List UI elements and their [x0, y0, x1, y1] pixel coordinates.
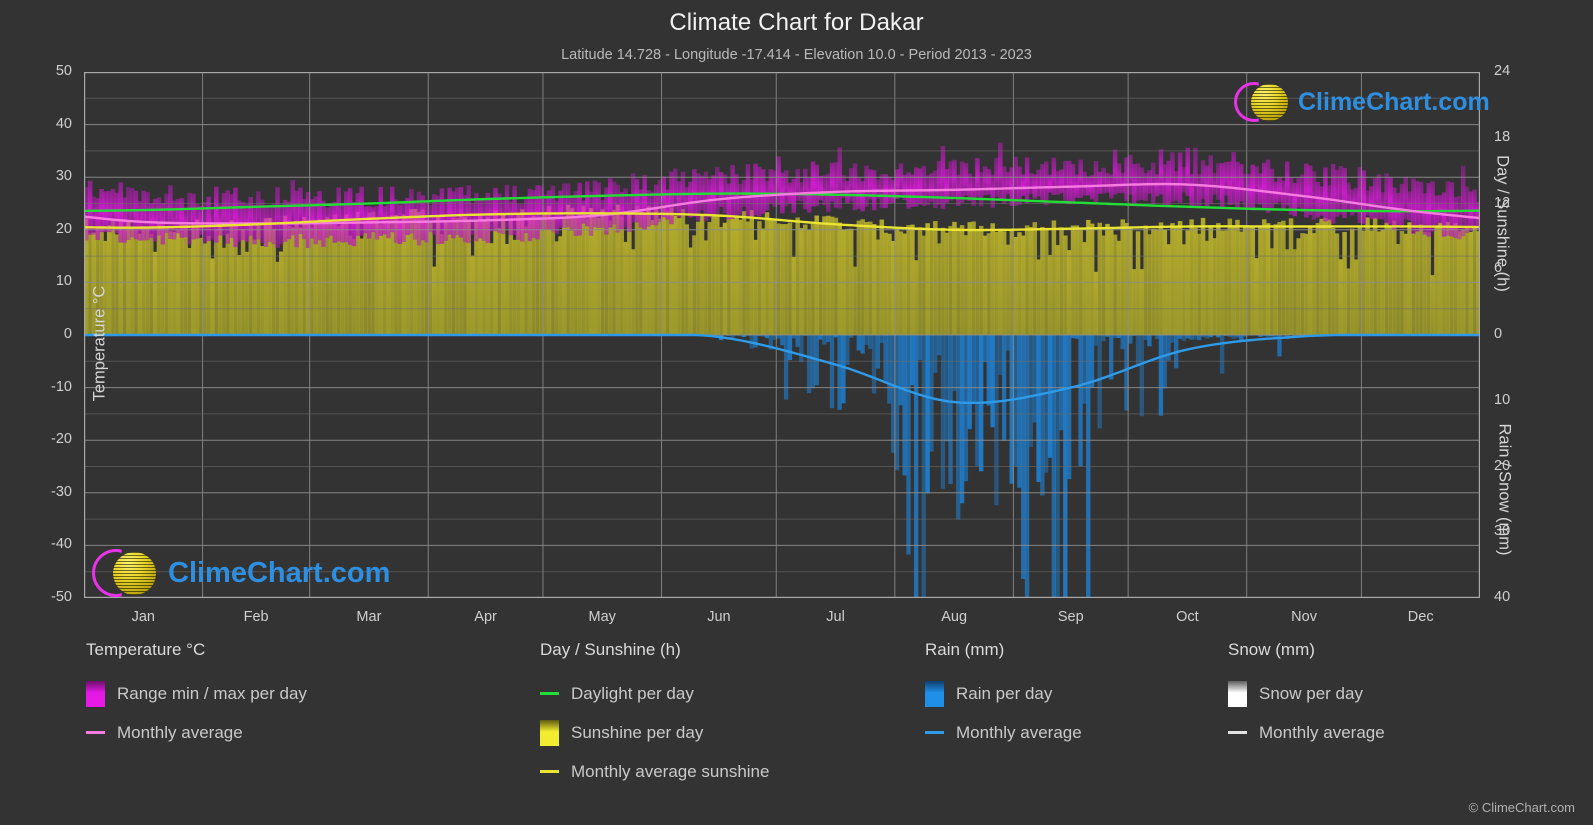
y-tick-sunshine: 18	[1494, 129, 1548, 145]
y-tick-rain: 40	[1494, 589, 1548, 605]
legend-swatch-icon	[925, 681, 944, 707]
y-tick-rain: 20	[1494, 458, 1548, 474]
y-tick-temperature: 0	[18, 326, 72, 342]
legend-swatch-icon	[1228, 681, 1247, 707]
y-tick-temperature: 50	[18, 63, 72, 79]
climechart-logo-text: ClimeChart.com	[1298, 88, 1490, 117]
x-tick-month: Aug	[909, 609, 999, 625]
legend-label: Monthly average	[956, 723, 1082, 743]
legend-line-icon	[540, 770, 559, 773]
legend-item[interactable]: Daylight per day	[540, 674, 769, 713]
legend-label: Snow per day	[1259, 684, 1363, 704]
climechart-logo-mark	[92, 547, 154, 599]
y-tick-rain: 30	[1494, 523, 1548, 539]
y-tick-temperature: -40	[18, 536, 72, 552]
legend-label: Sunshine per day	[571, 723, 703, 743]
y-tick-temperature: 40	[18, 116, 72, 132]
legend-item[interactable]: Sunshine per day	[540, 713, 769, 752]
x-tick-month: Nov	[1259, 609, 1349, 625]
legend-item[interactable]: Monthly average	[925, 713, 1082, 752]
climechart-logo-bottom: ClimeChart.com	[92, 547, 390, 599]
legend-swatch-icon	[86, 681, 105, 707]
x-tick-month: Feb	[211, 609, 301, 625]
legend-heading: Rain (mm)	[925, 640, 1082, 660]
chart-legend: Temperature °C Range min / max per day Mon…	[0, 640, 1593, 825]
legend-label: Monthly average	[117, 723, 243, 743]
x-tick-month: Jul	[791, 609, 881, 625]
y-tick-sunshine: 24	[1494, 63, 1548, 79]
copyright-notice: © ClimeChart.com	[1469, 800, 1575, 815]
climechart-logo-text: ClimeChart.com	[168, 557, 390, 590]
legend-column: Temperature °C Range min / max per day Mon…	[86, 640, 307, 752]
left-axis-title: Temperature °C	[91, 64, 110, 624]
y-tick-sunshine: 12	[1494, 195, 1548, 211]
legend-heading: Temperature °C	[86, 640, 307, 660]
legend-label: Range min / max per day	[117, 684, 307, 704]
climechart-logo-mark	[1234, 80, 1286, 124]
plot-canvas	[84, 72, 1480, 598]
y-tick-temperature: -30	[18, 484, 72, 500]
legend-label: Monthly average sunshine	[571, 762, 769, 782]
climate-chart-plot: Temperature °C Day / Sunshine (h) Rain /…	[84, 72, 1480, 598]
legend-item[interactable]: Monthly average	[86, 713, 307, 752]
legend-swatch-icon	[540, 720, 559, 746]
x-tick-month: Sep	[1026, 609, 1116, 625]
y-tick-temperature: -10	[18, 379, 72, 395]
x-tick-month: May	[557, 609, 647, 625]
logo-sphere-icon	[1251, 84, 1288, 121]
y-tick-temperature: 10	[18, 273, 72, 289]
x-tick-month: Dec	[1376, 609, 1466, 625]
x-tick-month: Oct	[1142, 609, 1232, 625]
legend-line-icon	[540, 692, 559, 695]
legend-label: Monthly average	[1259, 723, 1385, 743]
legend-item[interactable]: Range min / max per day	[86, 674, 307, 713]
chart-header: Climate Chart for Dakar Latitude 14.728 …	[0, 0, 1593, 63]
legend-heading: Day / Sunshine (h)	[540, 640, 769, 660]
legend-label: Daylight per day	[571, 684, 694, 704]
logo-sphere-icon	[113, 552, 156, 595]
legend-column: Rain (mm) Rain per day Monthly average	[925, 640, 1082, 752]
y-tick-temperature: 20	[18, 221, 72, 237]
legend-line-icon	[86, 731, 105, 734]
x-tick-month: Jun	[674, 609, 764, 625]
y-tick-rain: 10	[1494, 392, 1548, 408]
legend-item[interactable]: Monthly average	[1228, 713, 1385, 752]
x-tick-month: Jan	[98, 609, 188, 625]
climechart-logo-top: ClimeChart.com	[1234, 80, 1490, 124]
x-tick-month: Mar	[324, 609, 414, 625]
legend-column: Snow (mm) Snow per day Monthly average	[1228, 640, 1385, 752]
legend-column: Day / Sunshine (h) Daylight per day Sunshi…	[540, 640, 769, 791]
legend-item[interactable]: Snow per day	[1228, 674, 1385, 713]
y-tick-temperature: 30	[18, 168, 72, 184]
legend-label: Rain per day	[956, 684, 1052, 704]
legend-line-icon	[925, 731, 944, 734]
legend-heading: Snow (mm)	[1228, 640, 1385, 660]
legend-item[interactable]: Rain per day	[925, 674, 1082, 713]
chart-subtitle: Latitude 14.728 - Longitude -17.414 - El…	[0, 37, 1593, 63]
y-tick-sunshine: 0	[1494, 326, 1548, 342]
y-tick-sunshine: 6	[1494, 260, 1548, 276]
page-title: Climate Chart for Dakar	[0, 0, 1593, 37]
y-tick-temperature: -20	[18, 431, 72, 447]
x-tick-month: Apr	[441, 609, 531, 625]
legend-line-icon	[1228, 731, 1247, 734]
y-tick-temperature: -50	[18, 589, 72, 605]
legend-item[interactable]: Monthly average sunshine	[540, 752, 769, 791]
